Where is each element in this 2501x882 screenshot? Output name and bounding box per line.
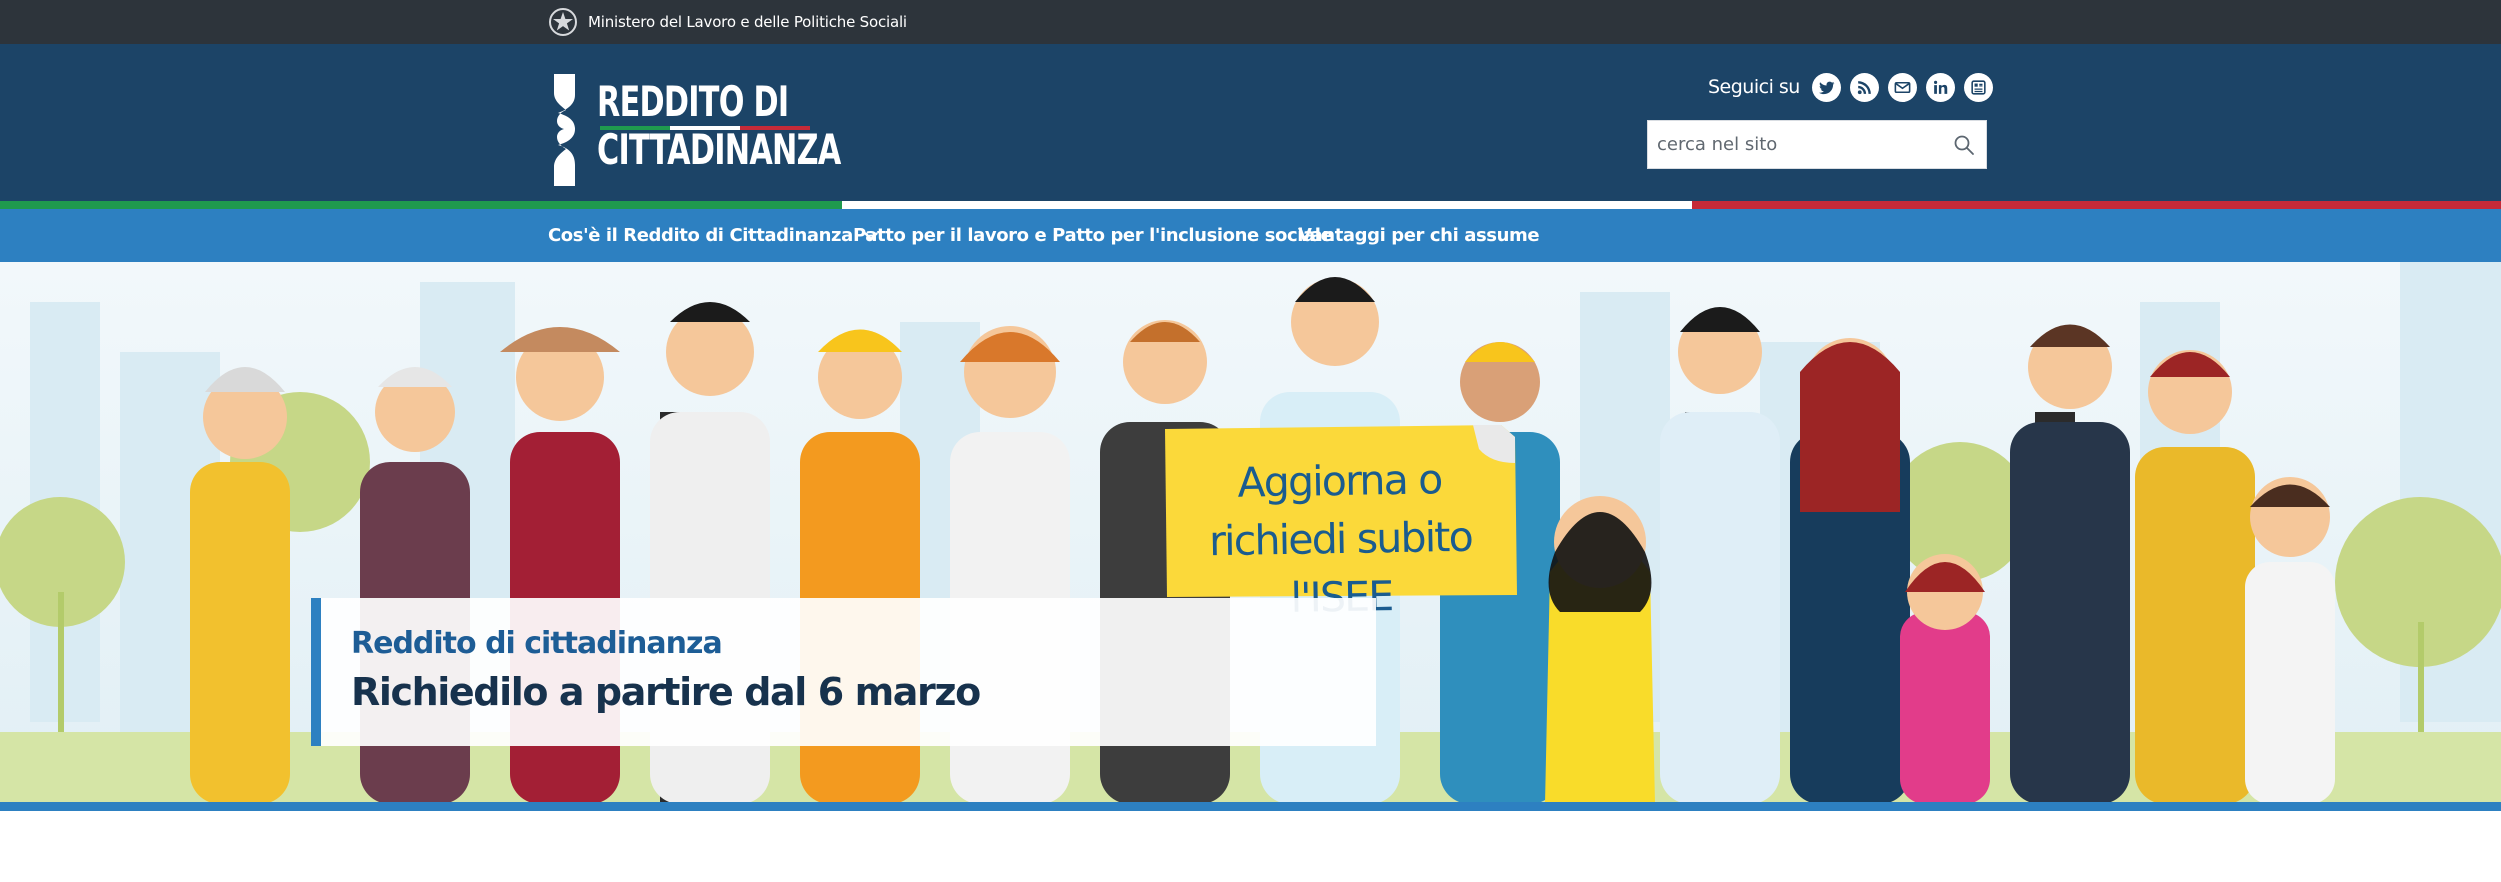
sign-text-line-1: Aggiorna o <box>1237 455 1442 507</box>
top-bar: Ministero del Lavoro e delle Politiche S… <box>0 0 2501 44</box>
hero-bottom-border <box>0 802 2501 811</box>
flag-stripe-green <box>0 201 842 209</box>
follow-label: Seguici su <box>1708 76 1800 98</box>
logo-line-2: CITTADINANZA <box>597 125 841 174</box>
hero-title: Richiedilo a partire dal 6 marzo <box>351 670 981 714</box>
nav-item-vantaggi[interactable]: Vantaggi per chi assume <box>1298 209 1540 262</box>
ministry-link[interactable]: Ministero del Lavoro e delle Politiche S… <box>548 3 907 41</box>
main-nav: Cos'è il Reddito di Cittadinanza Patto p… <box>0 209 2501 262</box>
twitter-icon[interactable] <box>1811 72 1841 102</box>
search-box <box>1647 120 1987 169</box>
search-icon[interactable] <box>1952 133 1976 157</box>
italian-emblem-icon <box>549 8 577 36</box>
social-links: Seguici su <box>1708 72 1993 102</box>
flag-stripe-red <box>1692 201 2501 209</box>
logo-underline-white <box>670 126 740 130</box>
search-input[interactable] <box>1648 121 1938 168</box>
linkedin-icon[interactable] <box>1925 72 1955 102</box>
newsletter-icon[interactable] <box>1963 72 1993 102</box>
nav-item-cose-il-reddito[interactable]: Cos'è il Reddito di Cittadinanza <box>548 209 879 262</box>
mail-icon[interactable] <box>1887 72 1917 102</box>
logo-underline-red <box>740 126 810 130</box>
ministry-name: Ministero del Lavoro e delle Politiche S… <box>588 13 907 31</box>
hero-caption-card[interactable]: Reddito di cittadinanza Richiedilo a par… <box>311 598 1376 746</box>
hero-kicker: Reddito di cittadinanza <box>351 626 723 661</box>
nav-item-patto[interactable]: Patto per il lavoro e Patto per l'inclus… <box>853 209 1333 262</box>
rss-icon[interactable] <box>1849 72 1879 102</box>
logo-line-1: REDDITO DI <box>597 77 789 126</box>
nav-item-label: Vantaggi per chi assume <box>1298 225 1540 246</box>
logo-underline-green <box>600 126 670 130</box>
flag-stripe-white <box>842 201 1692 209</box>
nav-item-label: Patto per il lavoro e Patto per l'inclus… <box>853 225 1333 246</box>
nav-item-label: Cos'è il Reddito di Cittadinanza <box>548 225 853 246</box>
site-header <box>0 44 2501 201</box>
